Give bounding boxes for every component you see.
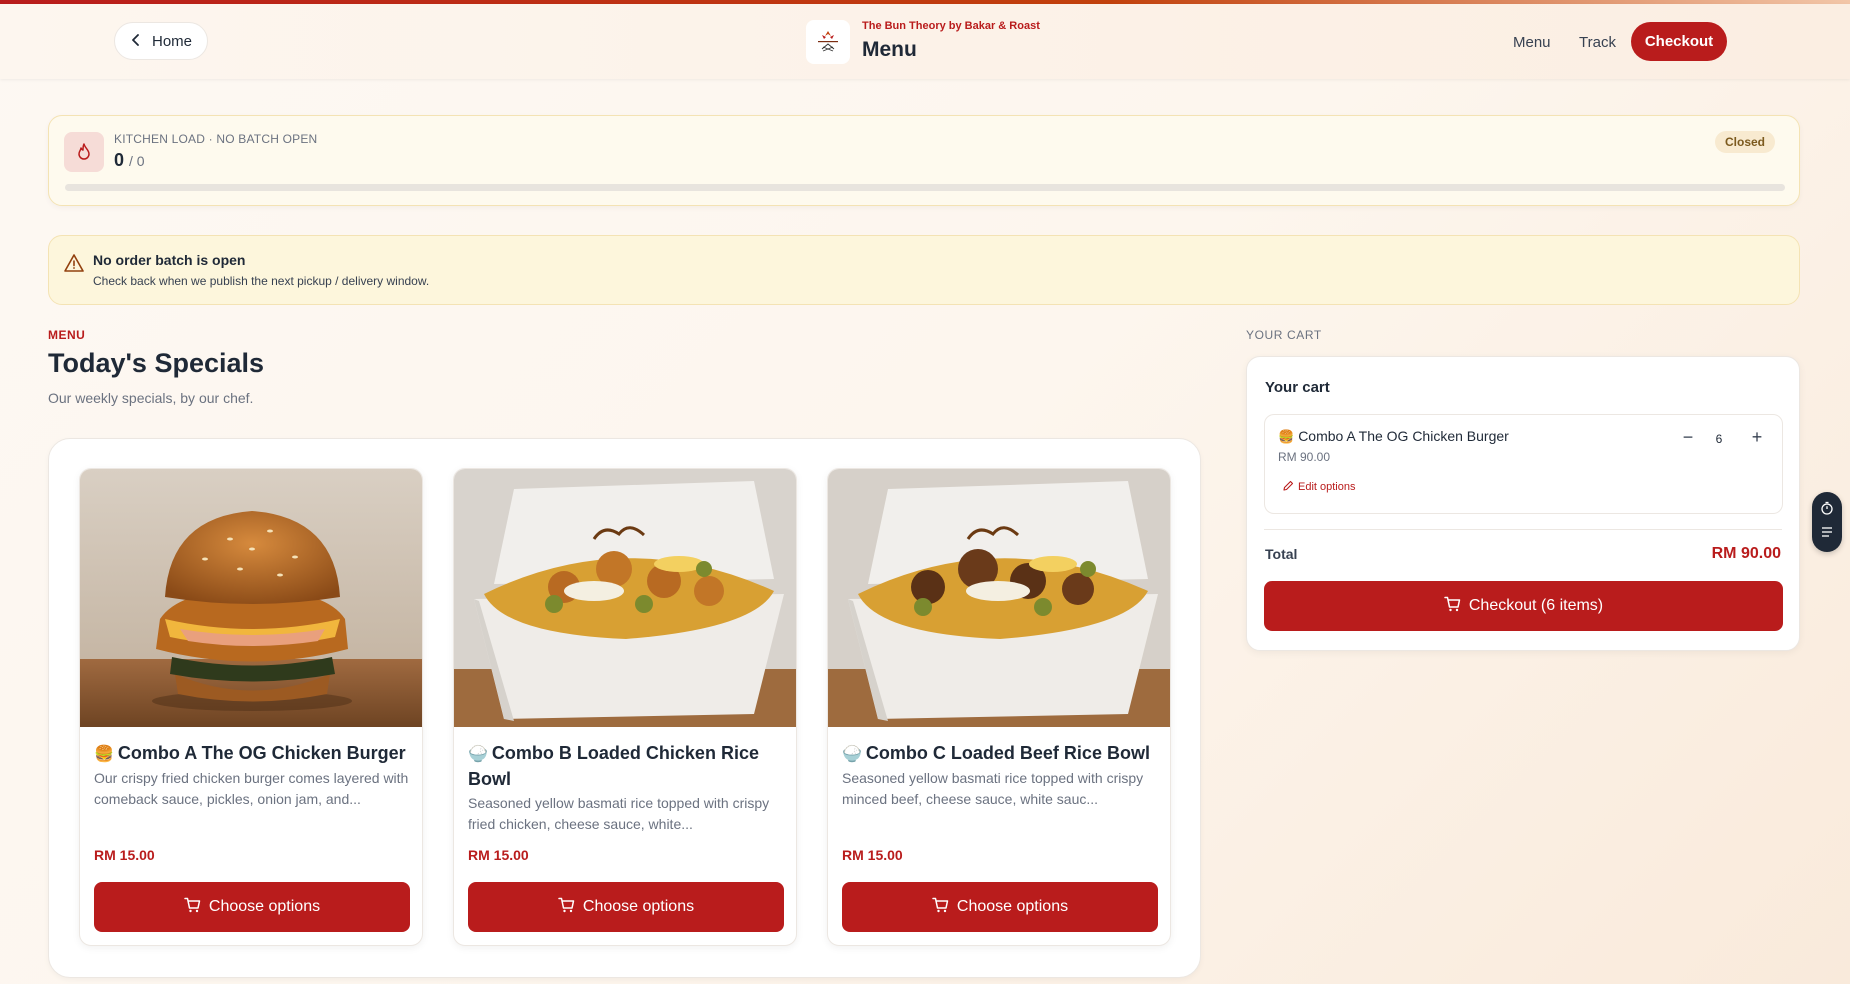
menu-item-card: 🍚 Combo C Loaded Beef Rice Bowl Seasoned … <box>827 468 1171 946</box>
nav-track-link[interactable]: Track <box>1579 34 1616 51</box>
cart-line-item: 🍔 Combo A The OG Chicken Burger RM 90.00 … <box>1264 414 1783 514</box>
cart-icon <box>932 897 949 918</box>
quantity-decrease-button[interactable]: − <box>1678 427 1698 451</box>
flame-icon <box>64 132 104 172</box>
menu-panel: 🍔 Combo A The OG Chicken Burger Our crisp… <box>48 438 1201 978</box>
cart-icon <box>184 897 201 918</box>
cart-item-price: RM 90.00 <box>1278 450 1331 464</box>
list-icon[interactable] <box>1820 525 1834 544</box>
burger-photo <box>80 469 422 727</box>
choose-options-label: Choose options <box>208 898 321 915</box>
alert-text: Check back when we publish the next pick… <box>93 274 430 288</box>
cart-checkout-button[interactable]: Checkout (6 items) <box>1264 581 1783 631</box>
kitchen-capacity: / 0 <box>129 153 145 169</box>
chevron-left-icon <box>130 33 142 50</box>
menu-item-description: Our crispy fried chicken burger comes la… <box>94 770 409 807</box>
quantity-value: 6 <box>1715 432 1723 446</box>
total-label: Total <box>1265 546 1298 562</box>
brand-logo <box>806 20 850 64</box>
menu-eyebrow: MENU <box>48 328 86 342</box>
kitchen-load-card: KITCHEN LOAD · NO BATCH OPEN 0 / 0 Close… <box>48 115 1800 206</box>
cart-panel: Your cart 🍔 Combo A The OG Chicken Burger… <box>1246 356 1800 651</box>
cart-item-name: Combo A The OG Chicken Burger <box>1298 428 1509 444</box>
warning-triangle-icon <box>64 253 84 273</box>
total-value: RM 90.00 <box>1711 545 1781 562</box>
menu-item-name: Combo C Loaded Beef Rice Bowl <box>865 743 1150 763</box>
menu-item-price: RM 15.00 <box>468 847 529 863</box>
brand-subtitle: The Bun Theory by Bakar & Roast <box>862 20 1040 32</box>
burger-icon: 🍔 <box>94 746 114 763</box>
floating-tool-widget[interactable] <box>1812 492 1842 552</box>
kitchen-load-progress <box>65 184 1785 191</box>
stopwatch-icon[interactable] <box>1820 501 1834 520</box>
menu-item-title: 🍚 Combo C Loaded Beef Rice Bowl <box>842 741 1162 767</box>
rice-bowl-icon: 🍚 <box>842 746 862 763</box>
cart-icon <box>558 897 575 918</box>
page-subtitle: Our weekly specials, by our chef. <box>48 390 254 406</box>
menu-item-description: Seasoned yellow basmati rice topped with… <box>468 795 770 832</box>
cart-eyebrow: YOUR CART <box>1246 328 1322 342</box>
choose-options-button[interactable]: Choose options <box>842 882 1158 932</box>
kitchen-load-label: KITCHEN LOAD · NO BATCH OPEN <box>114 132 318 146</box>
status-badge: Closed <box>1714 131 1775 153</box>
chicken-rice-bowl-photo <box>454 469 796 727</box>
alert-title: No order batch is open <box>93 252 246 268</box>
no-batch-alert: No order batch is open Check back when w… <box>48 235 1800 305</box>
page-title: Today's Specials <box>48 348 265 378</box>
beef-rice-bowl-photo <box>828 469 1170 727</box>
kitchen-load-count: 0 / 0 <box>114 150 145 171</box>
menu-item-title: 🍔 Combo A The OG Chicken Burger <box>94 741 414 767</box>
menu-item-description: Seasoned yellow basmati rice topped with… <box>842 770 1144 807</box>
edit-options-link[interactable]: Edit options <box>1283 480 1355 494</box>
burger-icon: 🍔 <box>1278 429 1295 444</box>
cart-icon <box>1444 596 1461 617</box>
menu-item-name: Combo A The OG Chicken Burger <box>117 743 406 763</box>
top-header: Home The Bun Theory by Bakar & Roast Men… <box>0 4 1850 79</box>
choose-options-label: Choose options <box>582 898 695 915</box>
menu-item-card: 🍔 Combo A The OG Chicken Burger Our crisp… <box>79 468 423 946</box>
edit-options-label: Edit options <box>1298 481 1356 493</box>
cart-checkout-label: Checkout (6 items) <box>1468 597 1604 614</box>
cart-heading: Your cart <box>1265 379 1330 396</box>
header-checkout-button[interactable]: Checkout <box>1631 22 1727 61</box>
home-button[interactable]: Home <box>114 22 208 60</box>
menu-item-price: RM 15.00 <box>94 847 155 863</box>
rice-bowl-icon: 🍚 <box>468 746 488 763</box>
nav-menu-link[interactable]: Menu <box>1513 34 1551 51</box>
menu-item-card: 🍚 Combo B Loaded Chicken Rice Bowl Season… <box>453 468 797 946</box>
home-label: Home <box>151 32 192 50</box>
page-header-title: Menu <box>862 38 917 61</box>
pencil-icon <box>1283 480 1294 494</box>
cart-divider <box>1264 529 1782 530</box>
menu-item-title: 🍚 Combo B Loaded Chicken Rice Bowl <box>468 741 788 792</box>
choose-options-button[interactable]: Choose options <box>94 882 410 932</box>
kitchen-current: 0 <box>114 150 125 170</box>
menu-item-price: RM 15.00 <box>842 847 903 863</box>
quantity-increase-button[interactable]: + <box>1747 427 1767 451</box>
cart-item-title: 🍔 Combo A The OG Chicken Burger <box>1278 428 1509 445</box>
menu-item-name: Combo B Loaded Chicken Rice Bowl <box>468 743 759 789</box>
choose-options-button[interactable]: Choose options <box>468 882 784 932</box>
choose-options-label: Choose options <box>956 898 1069 915</box>
